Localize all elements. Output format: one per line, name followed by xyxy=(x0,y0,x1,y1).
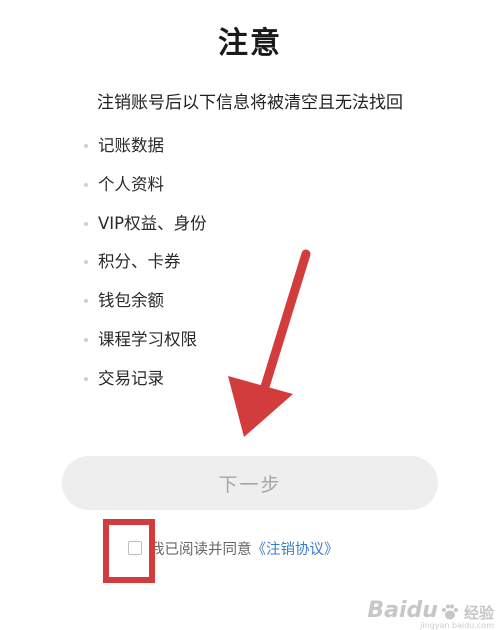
agree-checkbox[interactable] xyxy=(128,541,142,555)
list-item: 积分、卡券 xyxy=(84,248,207,287)
watermark-logo: Baidu xyxy=(367,598,438,623)
list-item-label: 课程学习权限 xyxy=(98,329,197,349)
next-step-button[interactable]: 下一步 xyxy=(62,456,438,510)
list-item: 交易记录 xyxy=(84,365,207,404)
watermark-brand: 经验 xyxy=(463,604,494,622)
page-title: 注意 xyxy=(218,26,282,61)
cleared-info-list: 记账数据 个人资料 VIP权益、身份 积分、卡券 钱包余额 课程学习权限 交易记… xyxy=(84,132,207,404)
notice-subtitle: 注销账号后以下信息将被清空且无法找回 xyxy=(97,93,403,113)
baidu-jingyan-watermark: Baidu 经验 jingyan.baidu.com xyxy=(367,598,494,630)
bullet-icon xyxy=(84,144,88,148)
list-item: 钱包余额 xyxy=(84,287,207,326)
list-item: 个人资料 xyxy=(84,171,207,210)
list-item: 记账数据 xyxy=(84,132,207,171)
bullet-icon xyxy=(84,299,88,304)
bullet-icon xyxy=(84,221,88,226)
bullet-icon xyxy=(84,376,88,381)
list-item-label: 钱包余额 xyxy=(98,291,164,311)
bullet-icon xyxy=(84,337,88,342)
list-item-label: 记账数据 xyxy=(98,136,164,155)
agreement-row: 我已阅读并同意 《注销协议》 xyxy=(128,538,339,558)
cancellation-agreement-link[interactable]: 《注销协议》 xyxy=(252,538,339,559)
bullet-icon xyxy=(84,182,88,187)
list-item-label: 积分、卡券 xyxy=(98,252,181,272)
list-item: VIP权益、身份 xyxy=(84,210,207,249)
list-item-label: 交易记录 xyxy=(98,368,164,388)
list-item: 课程学习权限 xyxy=(84,326,207,365)
paw-icon xyxy=(441,604,458,620)
watermark-url: jingyan.baidu.com xyxy=(420,621,494,630)
list-item-label: VIP权益、身份 xyxy=(98,213,207,233)
bullet-icon xyxy=(84,260,88,265)
agreement-text: 我已阅读并同意 xyxy=(150,541,252,558)
list-item-label: 个人资料 xyxy=(98,174,164,194)
